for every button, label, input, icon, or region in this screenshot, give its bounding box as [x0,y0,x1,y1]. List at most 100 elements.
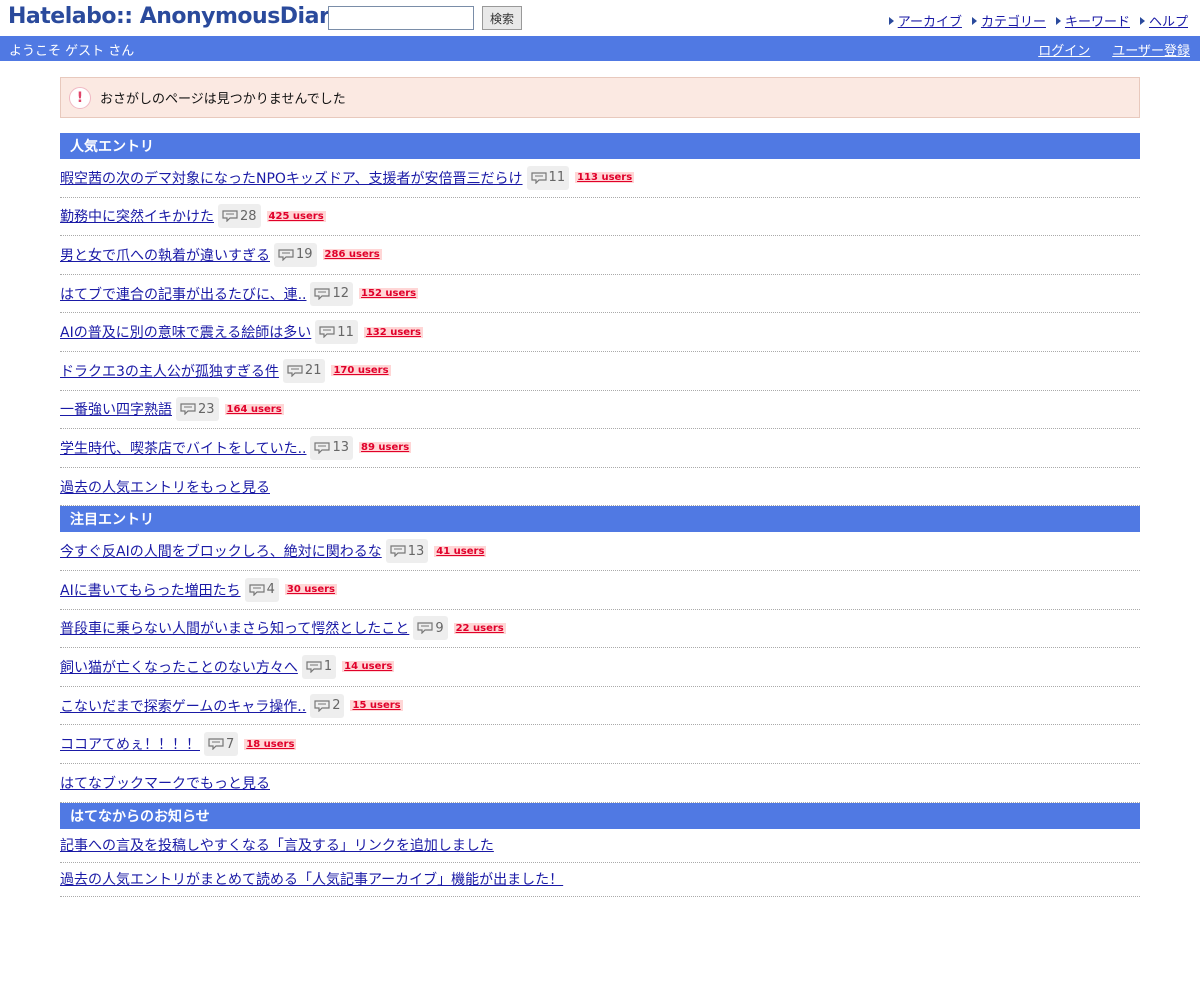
login-link[interactable]: ログイン [1038,40,1090,59]
comment-count-badge[interactable]: 19 [274,242,317,267]
news-link[interactable]: 過去の人気エントリがまとめて読める「人気記事アーカイブ」機能が出ました！ [60,869,563,889]
news-section-title: はてなからのお知らせ [60,802,1140,829]
comment-icon [314,442,331,454]
entry-title-link[interactable]: 男と女で爪への執着が違いすぎる [60,245,270,265]
bookmark-users-link[interactable]: 152 users [359,288,419,300]
site-logo[interactable]: Hatelabo:: AnonymousDiary [8,4,344,29]
news-link[interactable]: 記事への言及を投稿しやすくなる「言及する」リンクを追加しました [60,835,494,855]
comment-count-badge[interactable]: 23 [176,397,219,422]
entry-title-link[interactable]: AIに書いてもらった増田たち [60,580,241,600]
bookmark-users-link[interactable]: 164 users [224,403,284,415]
bookmark-users-link[interactable]: 15 users [350,700,403,712]
popular-more-link[interactable]: 過去の人気エントリをもっと見る [60,477,270,497]
comment-count-badge[interactable]: 13 [385,539,429,564]
comment-count-badge[interactable]: 21 [282,358,326,383]
entry-row: 飼い猫が亡くなったことのない方々へ 1 14 users [60,648,1140,687]
news-list: 記事への言及を投稿しやすくなる「言及する」リンクを追加しました過去の人気エントリ… [60,829,1140,897]
entry-title-link[interactable]: ドラクエ3の主人公が孤独すぎる件 [60,361,279,381]
comment-icon [287,365,303,377]
nav-archive-link[interactable]: アーカイブ [888,11,962,30]
comment-count: 7 [226,736,235,752]
comment-icon [278,249,294,261]
comment-count: 13 [332,440,350,456]
entry-row: 男と女で爪への執着が違いすぎる 19 286 users [60,236,1140,275]
popular-more-row: 過去の人気エントリをもっと見る [60,468,1140,507]
entry-title-link[interactable]: 普段車に乗らない人間がいまさら知って愕然としたこと [60,618,409,638]
comment-count-badge[interactable]: 7 [204,732,239,757]
exclamation-icon: ! [69,86,91,109]
comment-count: 2 [332,698,341,714]
comment-icon [180,403,196,416]
entry-title-link[interactable]: 勤務中に突然イキかけた [60,206,214,226]
entry-title-link[interactable]: AIの普及に別の意味で震える絵師は多い [60,322,311,342]
welcome-bar: ようこそ ゲスト さん ログイン ユーザー登録 [0,36,1200,61]
comment-count: 28 [240,208,257,224]
entry-row: 普段車に乗らない人間がいまさら知って愕然としたこと 9 22 users [60,610,1140,649]
entry-title-link[interactable]: 一番強い四字熟語 [60,399,172,419]
comment-count-badge[interactable]: 2 [310,693,345,718]
nav-category-link[interactable]: カテゴリー [971,11,1046,30]
comment-count-badge[interactable]: 12 [310,281,354,306]
comment-icon [314,287,331,300]
entry-title-link[interactable]: こないだまで探索ゲームのキャラ操作.. [60,696,306,716]
arrow-icon [971,16,977,25]
welcome-text: ようこそ ゲスト さん [9,44,135,59]
comment-icon [208,738,224,751]
bookmark-users-link[interactable]: 170 users [331,365,391,377]
comment-icon [222,210,238,223]
comment-count-badge[interactable]: 13 [310,435,354,460]
comment-count-badge[interactable]: 4 [244,577,279,602]
comment-count-badge[interactable]: 11 [526,165,570,190]
bookmark-users-link[interactable]: 89 users [359,442,412,454]
comment-icon [530,172,547,184]
entry-title-link[interactable]: ココアてめぇ！！！！ [60,734,200,754]
entry-row: 学生時代、喫茶店でバイトをしていた.. 13 89 users [60,429,1140,468]
entry-title-link[interactable]: 学生時代、喫茶店でバイトをしていた.. [60,438,306,458]
comment-count-badge[interactable]: 1 [301,654,337,679]
bookmark-users-link[interactable]: 30 users [284,584,338,596]
bookmark-users-link[interactable]: 132 users [363,326,423,338]
comment-count-badge[interactable]: 11 [315,320,358,345]
comment-count: 12 [332,286,350,302]
notice-text: おさがしのページは見つかりませんでした [100,92,346,107]
bookmark-users-link[interactable]: 14 users [342,661,395,673]
comment-icon [390,545,406,558]
bookmark-users-link[interactable]: 18 users [244,738,297,750]
comment-count: 11 [337,324,354,340]
bookmark-users-link[interactable]: 425 users [266,210,326,222]
comment-count: 1 [323,659,333,675]
bookmark-users-link[interactable]: 22 users [453,622,506,634]
bookmark-users-link[interactable]: 286 users [322,249,382,261]
entry-row: 勤務中に突然イキかけた 28 425 users [60,198,1140,237]
main-content: ! おさがしのページは見つかりませんでした 人気エントリ 暇空茜の次のデマ対象に… [60,77,1140,897]
popular-entry-list: 暇空茜の次のデマ対象になったNPOキッズドア、支援者が安倍晋三だらけ 11 113 … [60,159,1140,468]
nav-keyword-link[interactable]: キーワード [1055,11,1130,30]
search-input[interactable] [328,6,474,30]
comment-count: 19 [296,247,313,263]
comment-icon [314,699,330,712]
entry-row: はてブで連合の記事が出るたびに、連.. 12 152 users [60,275,1140,314]
comment-count-badge[interactable]: 9 [413,616,448,641]
register-link[interactable]: ユーザー登録 [1112,40,1190,59]
arrow-icon [1139,16,1145,25]
entry-title-link[interactable]: 暇空茜の次のデマ対象になったNPOキッズドア、支援者が安倍晋三だらけ [60,168,523,188]
featured-more-link[interactable]: はてなブックマークでもっと見る [60,773,270,793]
entry-title-link[interactable]: はてブで連合の記事が出るたびに、連.. [60,284,306,304]
featured-entry-list: 今すぐ反AIの人間をブロックしろ、絶対に関わるな 13 41 users AIに書いて… [60,532,1140,764]
entry-row: AIの普及に別の意味で震える絵師は多い 11 132 users [60,313,1140,352]
nav-help-link[interactable]: ヘルプ [1139,11,1188,30]
search-button[interactable]: 検索 [482,6,522,30]
entry-row: こないだまで探索ゲームのキャラ操作.. 2 15 users [60,687,1140,726]
bookmark-users-link[interactable]: 41 users [434,545,487,557]
bookmark-users-link[interactable]: 113 users [575,172,635,184]
comment-icon [248,584,265,596]
entry-row: 一番強い四字熟語 23 164 users [60,391,1140,430]
comment-count: 11 [548,170,566,186]
site-header: Hatelabo:: AnonymousDiary 検索 アーカイブ カテゴリー… [0,0,1200,36]
featured-more-row: はてなブックマークでもっと見る [60,764,1140,803]
comment-count-badge[interactable]: 28 [218,204,261,229]
not-found-notice: ! おさがしのページは見つかりませんでした [60,77,1140,118]
entry-title-link[interactable]: 飼い猫が亡くなったことのない方々へ [60,657,298,677]
news-row: 記事への言及を投稿しやすくなる「言及する」リンクを追加しました [60,829,1140,863]
entry-title-link[interactable]: 今すぐ反AIの人間をブロックしろ、絶対に関わるな [60,541,382,561]
